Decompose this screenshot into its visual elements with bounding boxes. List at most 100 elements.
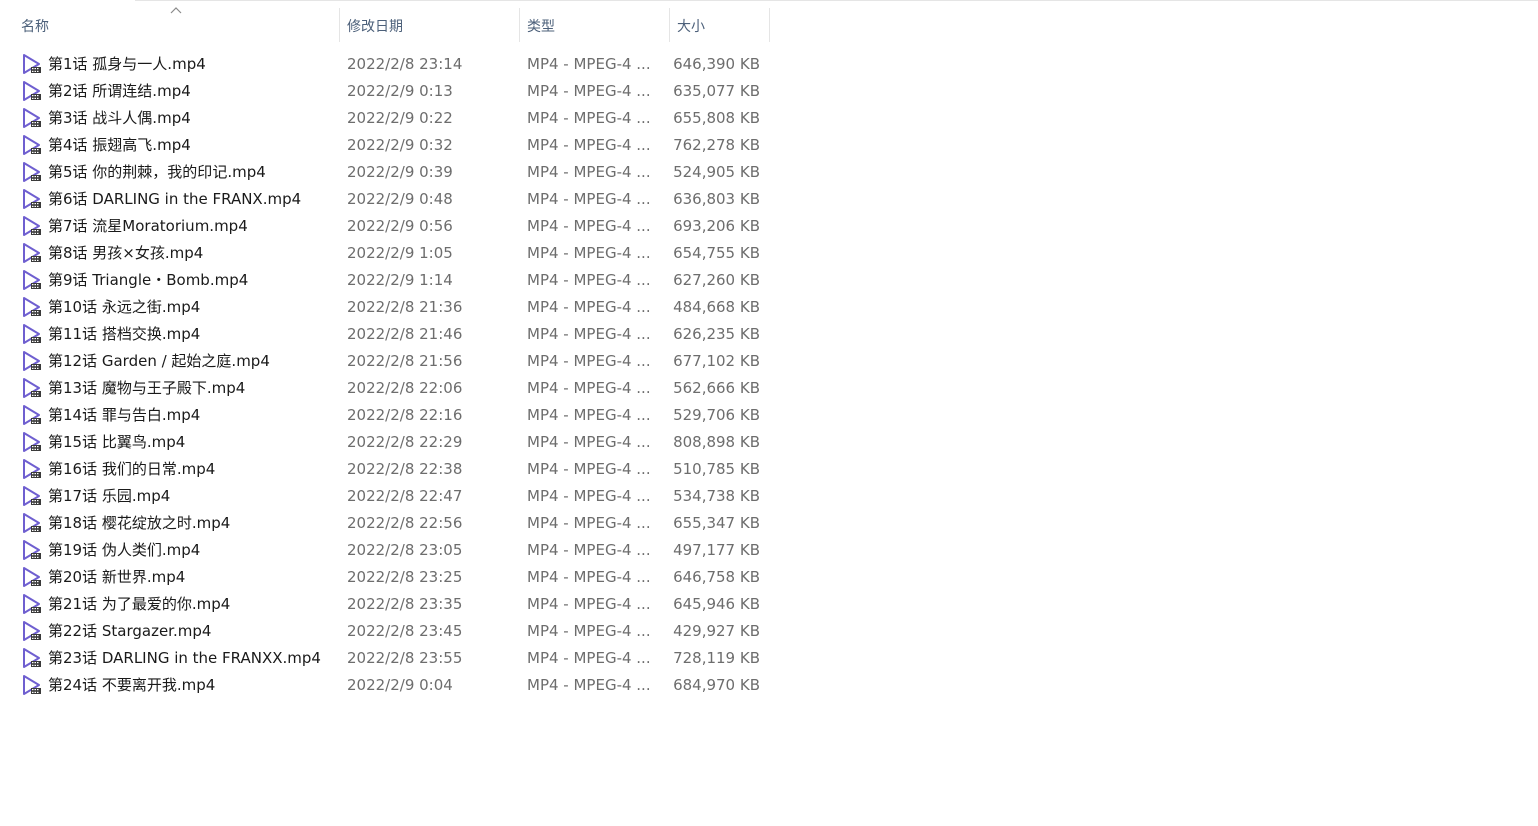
file-name[interactable]: 第5话 你的荆棘，我的印记.mp4 [48, 159, 338, 186]
file-row[interactable]: 第2话 所谓连结.mp4 2022/2/9 0:13 MP4 - MPEG-4 … [0, 78, 780, 105]
file-name[interactable]: 第2话 所谓连结.mp4 [48, 78, 338, 105]
file-type: MP4 - MPEG-4 ... [527, 325, 651, 343]
file-type: MP4 - MPEG-4 ... [527, 514, 651, 532]
file-size: 728,119 KB [673, 649, 760, 667]
file-row[interactable]: 第13话 魔物与王子殿下.mp4 2022/2/8 22:06 MP4 - MP… [0, 375, 780, 402]
file-type: MP4 - MPEG-4 ... [527, 136, 651, 154]
file-name[interactable]: 第10话 永远之街.mp4 [48, 294, 338, 321]
file-date: 2022/2/9 0:56 [347, 217, 453, 235]
video-play-icon [23, 378, 41, 398]
file-row[interactable]: 第12话 Garden / 起始之庭.mp4 2022/2/8 21:56 MP… [0, 348, 780, 375]
file-date: 2022/2/9 0:32 [347, 136, 453, 154]
file-name[interactable]: 第21话 为了最爱的你.mp4 [48, 591, 338, 618]
file-name[interactable]: 第13话 魔物与王子殿下.mp4 [48, 375, 338, 402]
file-row[interactable]: 第8话 男孩×女孩.mp4 2022/2/9 1:05 MP4 - MPEG-4… [0, 240, 780, 267]
column-header-type[interactable]: 类型 [520, 12, 669, 42]
file-size: 524,905 KB [673, 163, 760, 181]
file-size: 626,235 KB [673, 325, 760, 343]
file-date: 2022/2/8 23:35 [347, 595, 463, 613]
file-type: MP4 - MPEG-4 ... [527, 568, 651, 586]
file-type: MP4 - MPEG-4 ... [527, 649, 651, 667]
file-row[interactable]: 第9话 Triangle・Bomb.mp4 2022/2/9 1:14 MP4 … [0, 267, 780, 294]
file-name[interactable]: 第23话 DARLING in the FRANXX.mp4 [48, 645, 338, 672]
file-type: MP4 - MPEG-4 ... [527, 487, 651, 505]
file-name[interactable]: 第4话 振翅高飞.mp4 [48, 132, 338, 159]
video-play-icon [23, 648, 41, 668]
file-name[interactable]: 第24话 不要离开我.mp4 [48, 672, 338, 699]
file-name[interactable]: 第20话 新世界.mp4 [48, 564, 338, 591]
file-row[interactable]: 第7话 流星Moratorium.mp4 2022/2/9 0:56 MP4 -… [0, 213, 780, 240]
video-play-icon [23, 189, 41, 209]
file-row[interactable]: 第19话 伪人类们.mp4 2022/2/8 23:05 MP4 - MPEG-… [0, 537, 780, 564]
file-row[interactable]: 第1话 孤身与一人.mp4 2022/2/8 23:14 MP4 - MPEG-… [0, 51, 780, 78]
column-divider[interactable] [769, 8, 770, 42]
file-size: 655,347 KB [673, 514, 760, 532]
file-row[interactable]: 第20话 新世界.mp4 2022/2/8 23:25 MP4 - MPEG-4… [0, 564, 780, 591]
file-date: 2022/2/8 21:56 [347, 352, 463, 370]
file-type: MP4 - MPEG-4 ... [527, 541, 651, 559]
file-name[interactable]: 第17话 乐园.mp4 [48, 483, 338, 510]
file-size: 655,808 KB [673, 109, 760, 127]
file-date: 2022/2/9 1:05 [347, 244, 453, 262]
file-type: MP4 - MPEG-4 ... [527, 433, 651, 451]
file-date: 2022/2/8 22:47 [347, 487, 463, 505]
column-header-name[interactable]: 名称 [14, 12, 339, 42]
video-play-icon [23, 81, 41, 101]
file-date: 2022/2/8 22:16 [347, 406, 463, 424]
file-date: 2022/2/8 23:55 [347, 649, 463, 667]
file-name[interactable]: 第22话 Stargazer.mp4 [48, 618, 338, 645]
video-play-icon [23, 567, 41, 587]
file-name[interactable]: 第19话 伪人类们.mp4 [48, 537, 338, 564]
file-date: 2022/2/8 21:46 [347, 325, 463, 343]
file-size: 635,077 KB [673, 82, 760, 100]
video-play-icon [23, 540, 41, 560]
file-date: 2022/2/9 0:22 [347, 109, 453, 127]
file-name[interactable]: 第8话 男孩×女孩.mp4 [48, 240, 338, 267]
file-date: 2022/2/8 22:06 [347, 379, 463, 397]
file-row[interactable]: 第17话 乐园.mp4 2022/2/8 22:47 MP4 - MPEG-4 … [0, 483, 780, 510]
file-size: 534,738 KB [673, 487, 760, 505]
file-row[interactable]: 第11话 搭档交换.mp4 2022/2/8 21:46 MP4 - MPEG-… [0, 321, 780, 348]
file-row[interactable]: 第22话 Stargazer.mp4 2022/2/8 23:45 MP4 - … [0, 618, 780, 645]
file-name[interactable]: 第6话 DARLING in the FRANX.mp4 [48, 186, 338, 213]
file-row[interactable]: 第5话 你的荆棘，我的印记.mp4 2022/2/9 0:39 MP4 - MP… [0, 159, 780, 186]
file-date: 2022/2/9 0:04 [347, 676, 453, 694]
file-type: MP4 - MPEG-4 ... [527, 217, 651, 235]
file-row[interactable]: 第14话 罪与告白.mp4 2022/2/8 22:16 MP4 - MPEG-… [0, 402, 780, 429]
file-row[interactable]: 第18话 樱花绽放之时.mp4 2022/2/8 22:56 MP4 - MPE… [0, 510, 780, 537]
file-date: 2022/2/9 0:13 [347, 82, 453, 100]
file-type: MP4 - MPEG-4 ... [527, 298, 651, 316]
file-row[interactable]: 第3话 战斗人偶.mp4 2022/2/9 0:22 MP4 - MPEG-4 … [0, 105, 780, 132]
file-date: 2022/2/8 23:05 [347, 541, 463, 559]
file-name[interactable]: 第16话 我们的日常.mp4 [48, 456, 338, 483]
column-header-date[interactable]: 修改日期 [340, 12, 519, 42]
file-type: MP4 - MPEG-4 ... [527, 55, 651, 73]
file-row[interactable]: 第15话 比翼鸟.mp4 2022/2/8 22:29 MP4 - MPEG-4… [0, 429, 780, 456]
column-header-size[interactable]: 大小 [670, 12, 769, 42]
file-row[interactable]: 第24话 不要离开我.mp4 2022/2/9 0:04 MP4 - MPEG-… [0, 672, 780, 699]
file-name[interactable]: 第12话 Garden / 起始之庭.mp4 [48, 348, 338, 375]
file-name[interactable]: 第7话 流星Moratorium.mp4 [48, 213, 338, 240]
file-row[interactable]: 第10话 永远之街.mp4 2022/2/8 21:36 MP4 - MPEG-… [0, 294, 780, 321]
video-play-icon [23, 405, 41, 425]
file-type: MP4 - MPEG-4 ... [527, 379, 651, 397]
file-name[interactable]: 第9话 Triangle・Bomb.mp4 [48, 267, 338, 294]
file-name[interactable]: 第3话 战斗人偶.mp4 [48, 105, 338, 132]
video-play-icon [23, 324, 41, 344]
file-date: 2022/2/8 22:56 [347, 514, 463, 532]
video-play-icon [23, 135, 41, 155]
file-date: 2022/2/8 22:29 [347, 433, 463, 451]
file-row[interactable]: 第21话 为了最爱的你.mp4 2022/2/8 23:35 MP4 - MPE… [0, 591, 780, 618]
file-date: 2022/2/9 0:39 [347, 163, 453, 181]
file-row[interactable]: 第23话 DARLING in the FRANXX.mp4 2022/2/8 … [0, 645, 780, 672]
file-name[interactable]: 第18话 樱花绽放之时.mp4 [48, 510, 338, 537]
file-name[interactable]: 第1话 孤身与一人.mp4 [48, 51, 338, 78]
file-row[interactable]: 第6话 DARLING in the FRANX.mp4 2022/2/9 0:… [0, 186, 780, 213]
file-row[interactable]: 第4话 振翅高飞.mp4 2022/2/9 0:32 MP4 - MPEG-4 … [0, 132, 780, 159]
video-play-icon [23, 459, 41, 479]
file-name[interactable]: 第11话 搭档交换.mp4 [48, 321, 338, 348]
file-row[interactable]: 第16话 我们的日常.mp4 2022/2/8 22:38 MP4 - MPEG… [0, 456, 780, 483]
file-name[interactable]: 第14话 罪与告白.mp4 [48, 402, 338, 429]
file-name[interactable]: 第15话 比翼鸟.mp4 [48, 429, 338, 456]
file-date: 2022/2/9 1:14 [347, 271, 453, 289]
